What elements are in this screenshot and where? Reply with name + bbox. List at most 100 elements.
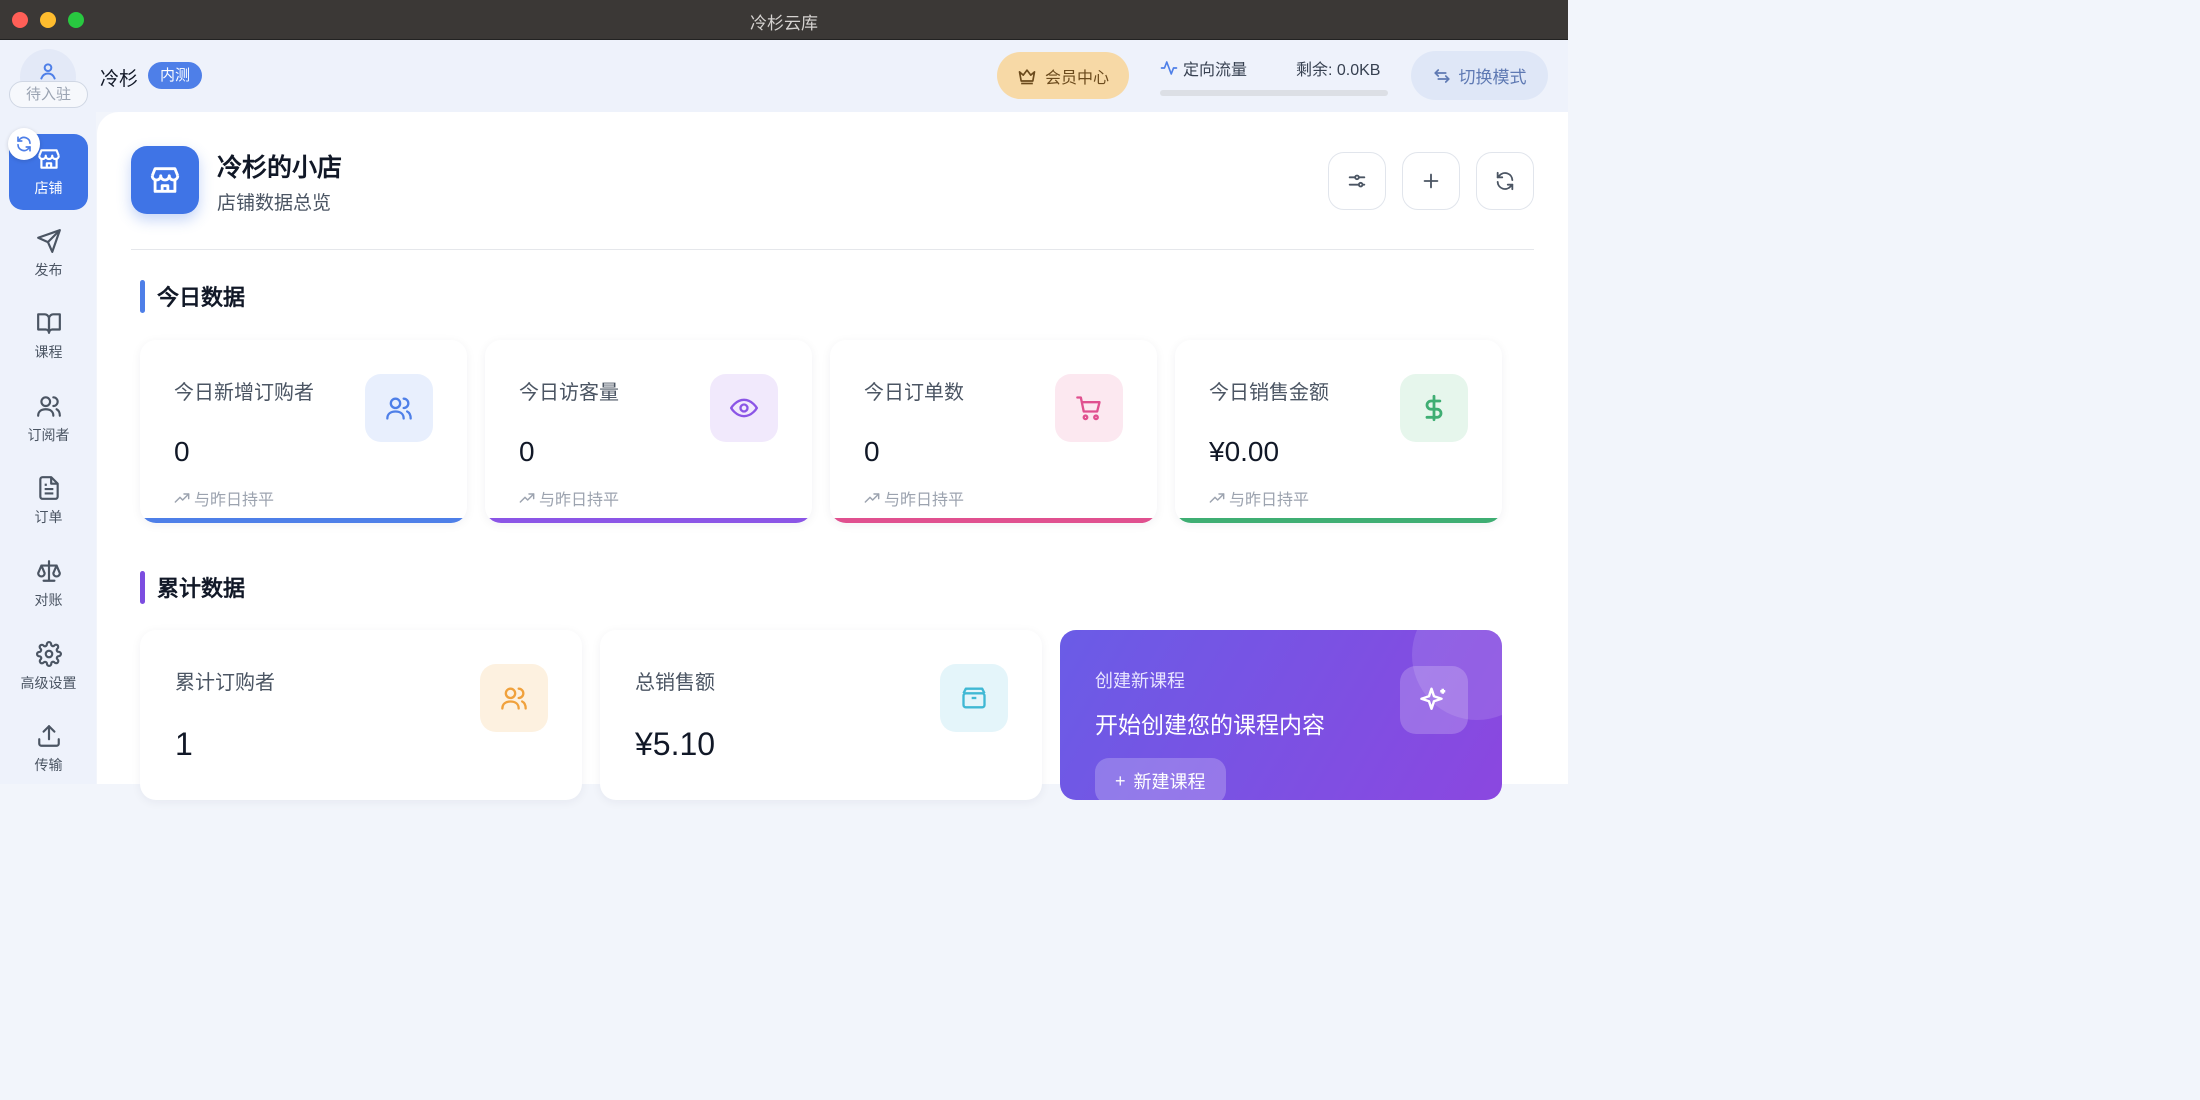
store-logo [131, 146, 199, 214]
eye-icon [730, 398, 758, 418]
stat-value: ¥0.00 [1209, 436, 1280, 467]
gear-icon [35, 641, 62, 667]
stat-card-total-subscribers: 累计订购者 1 [140, 630, 582, 800]
sidebar-item-label: 订阅者 [27, 427, 70, 443]
window-title: 冷杉云库 [750, 14, 818, 33]
users-icon [386, 397, 412, 420]
stat-trend-text: 与昨日持平 [884, 492, 965, 509]
activity-icon [1160, 61, 1178, 75]
stat-label: 累计订购者 [175, 672, 275, 694]
sidebar-item-label: 对账 [34, 592, 63, 608]
sparkles-icon-box [1400, 666, 1468, 734]
stat-card-sales: 今日销售金额 ¥0.00 与昨日持平 [1175, 340, 1502, 523]
users-icon [501, 687, 527, 710]
stat-icon-box [1400, 374, 1468, 442]
stat-trend: 与昨日持平 [519, 486, 619, 510]
trend-up-icon [864, 493, 880, 503]
stat-card-total-sales: 总销售额 ¥5.10 [600, 630, 1042, 800]
trend-up-icon [1209, 493, 1225, 503]
stat-value: 0 [174, 436, 190, 467]
stat-label: 今日新增订购者 [174, 382, 314, 404]
vip-center-label: 会员中心 [1044, 69, 1109, 87]
settle-status-badge: 待入驻 [9, 81, 88, 108]
store-title: 冷杉的小店 [217, 154, 343, 182]
sidebar-item-transfer[interactable]: 传输 [9, 711, 88, 787]
plus-icon: + [1115, 770, 1126, 791]
stat-accent-bar [1175, 518, 1502, 523]
stat-label: 今日订单数 [864, 382, 964, 404]
swap-icon [1433, 68, 1450, 83]
filter-settings-button[interactable] [1328, 152, 1386, 210]
store-icon [150, 167, 180, 193]
new-course-label: 新建课程 [1133, 772, 1206, 792]
sidebar-item-courses[interactable]: 课程 [9, 298, 88, 374]
traffic-label: 定向流量 [1160, 56, 1247, 80]
stat-card-orders: 今日订单数 0 与昨日持平 [830, 340, 1157, 523]
stat-icon-box [365, 374, 433, 442]
stat-card-visitors: 今日访客量 0 与昨日持平 [485, 340, 812, 523]
crown-icon [1018, 68, 1036, 84]
stat-label: 今日访客量 [519, 382, 619, 404]
add-button[interactable] [1402, 152, 1460, 210]
new-course-button[interactable]: + 新建课程 [1095, 758, 1226, 800]
top-header: 待入驻 冷杉 内测 会员中心 定向流量 剩余: 0.0KB 切换模式 [0, 40, 1568, 112]
stat-value: 1 [175, 726, 193, 762]
sidebar-item-advanced-settings[interactable]: 高级设置 [9, 629, 88, 705]
upload-icon [37, 725, 60, 747]
create-course-headline: 开始创建您的课程内容 [1095, 712, 1325, 738]
create-course-eyebrow: 创建新课程 [1095, 671, 1185, 691]
cart-icon [1076, 396, 1101, 421]
store-subtitle: 店铺数据总览 [217, 193, 332, 214]
document-icon [38, 476, 59, 500]
traffic-label-text: 定向流量 [1183, 62, 1248, 79]
stat-icon-box [480, 664, 548, 732]
stat-trend: 与昨日持平 [1209, 486, 1309, 510]
stat-icon-box [1055, 374, 1123, 442]
sidebar-item-label: 订单 [34, 509, 63, 525]
main-panel: 冷杉的小店 店铺数据总览 今日数据 今日新增订购者 0 与昨日持平 今日访客量 … [97, 112, 1568, 800]
sidebar-item-orders[interactable]: 订单 [9, 463, 88, 539]
plus-icon [1423, 173, 1439, 189]
dollar-icon [1425, 394, 1443, 422]
stat-trend-text: 与昨日持平 [539, 492, 620, 509]
sidebar-item-label: 店铺 [34, 180, 63, 196]
header-divider [131, 249, 1534, 250]
section-accent-bar [140, 280, 145, 313]
traffic-remaining: 剩余: 0.0KB [1296, 62, 1381, 79]
sidebar-item-subscribers[interactable]: 订阅者 [9, 381, 88, 457]
switch-mode-label: 切换模式 [1458, 68, 1527, 87]
stat-accent-bar [830, 518, 1157, 523]
stat-value: 0 [519, 436, 535, 467]
vip-center-button[interactable]: 会员中心 [997, 52, 1129, 99]
stat-label: 今日销售金额 [1209, 382, 1329, 404]
sliders-icon [1348, 174, 1366, 188]
stat-accent-bar [485, 518, 812, 523]
today-section-label: 今日数据 [157, 285, 246, 310]
box-icon [962, 687, 986, 709]
traffic-progress-bar [1160, 90, 1388, 96]
stat-value: 0 [864, 436, 880, 467]
stat-icon-box [710, 374, 778, 442]
title-bar: 冷杉云库 [0, 0, 1568, 40]
sidebar-item-label: 传输 [34, 757, 63, 773]
stat-trend-text: 与昨日持平 [1229, 492, 1310, 509]
sidebar-item-publish[interactable]: 发布 [9, 216, 88, 292]
section-accent-bar [140, 571, 145, 604]
scale-icon [36, 560, 61, 582]
stat-icon-box [940, 664, 1008, 732]
sync-button[interactable] [8, 128, 40, 160]
book-icon [36, 313, 61, 334]
sidebar: 店铺 发布 课程 订阅者 订单 对账 高级设置 传输 [0, 112, 96, 784]
store-icon [37, 149, 60, 169]
trend-up-icon [174, 493, 190, 503]
refresh-button[interactable] [1476, 152, 1534, 210]
switch-mode-button[interactable]: 切换模式 [1411, 51, 1548, 100]
sidebar-item-reconcile[interactable]: 对账 [9, 546, 88, 622]
user-icon [40, 63, 56, 80]
stat-card-new-subscribers: 今日新增订购者 0 与昨日持平 [140, 340, 467, 523]
sidebar-item-label: 课程 [34, 344, 63, 360]
stat-value: ¥5.10 [635, 726, 716, 762]
trend-up-icon [519, 493, 535, 503]
refresh-icon [1496, 171, 1514, 191]
create-course-card[interactable]: 创建新课程 开始创建您的课程内容 + 新建课程 [1060, 630, 1502, 800]
